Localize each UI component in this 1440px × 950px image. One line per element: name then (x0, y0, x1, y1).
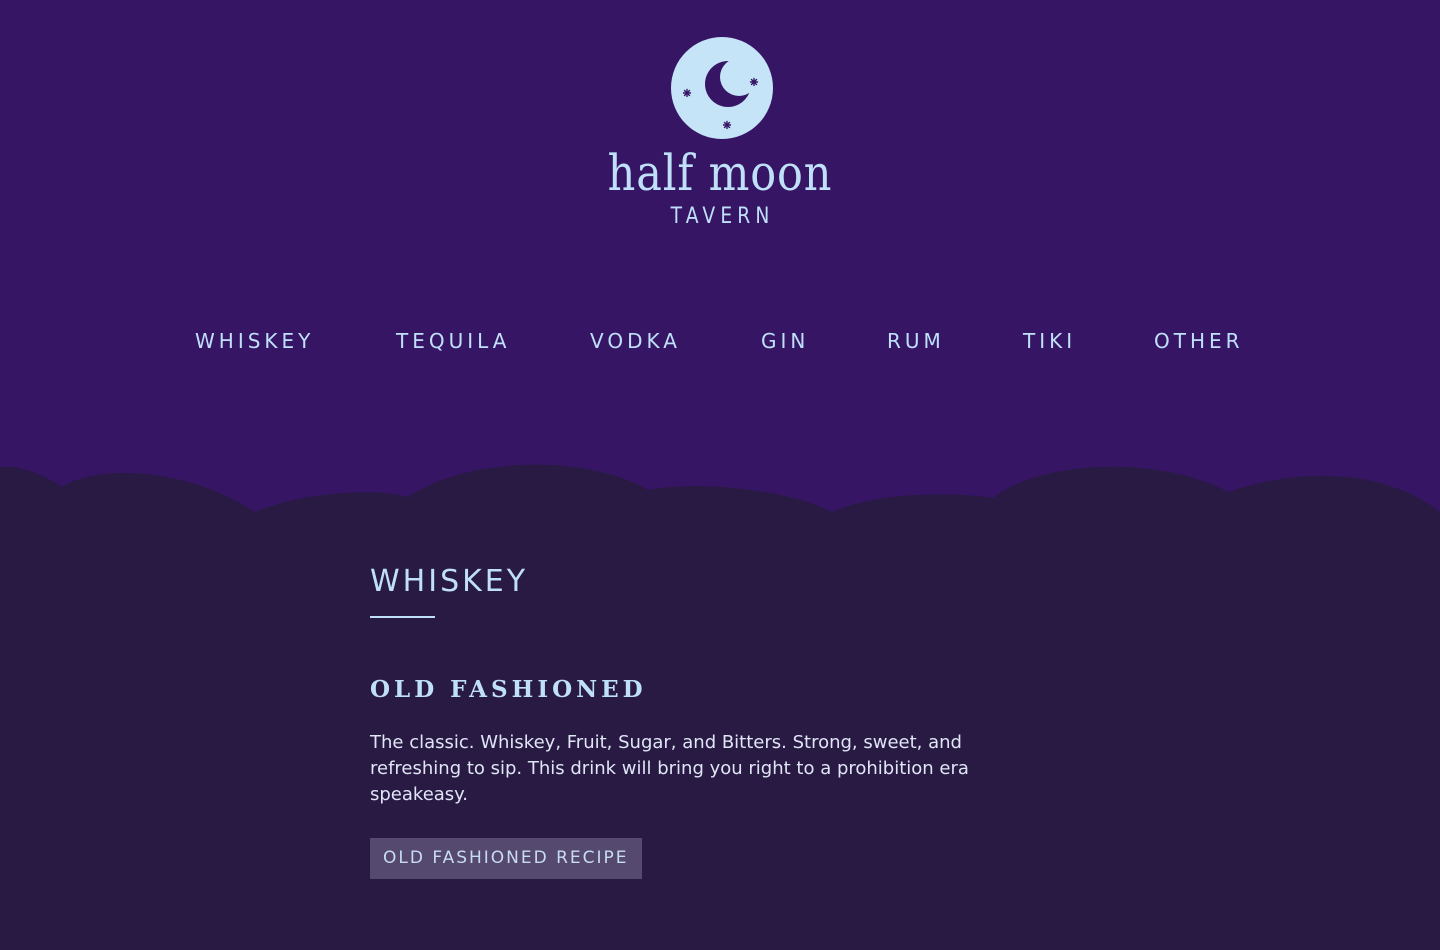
recipe-button[interactable]: OLD FASHIONED RECIPE (370, 838, 642, 879)
section-title: WHISKEY (370, 564, 529, 599)
moon-icon[interactable] (670, 36, 774, 140)
nav-item-tequila[interactable]: TEQUILA (396, 325, 510, 357)
cloud-divider (0, 464, 1440, 535)
brand-subtitle: TAVERN (670, 204, 775, 229)
nav-item-other[interactable]: OTHER (1154, 325, 1244, 357)
nav-item-whiskey[interactable]: WHISKEY (195, 325, 314, 357)
nav-item-vodka[interactable]: VODKA (590, 325, 681, 357)
brand-name[interactable]: half moon (101, 140, 1339, 206)
drink-description: The classic. Whiskey, Fruit, Sugar, and … (370, 732, 969, 805)
section-underline (370, 616, 435, 618)
nav-item-rum[interactable]: RUM (887, 325, 945, 357)
nav-item-tiki[interactable]: TIKI (1023, 325, 1076, 357)
nav-item-gin[interactable]: GIN (761, 325, 809, 357)
drink-section: WHISKEY OLD FASHIONED The classic. Whisk… (370, 560, 1010, 879)
drink-name: OLD FASHIONED (370, 676, 647, 703)
main-nav: WHISKEY TEQUILA VODKA GIN RUM TIKI OTHER (0, 325, 1440, 359)
